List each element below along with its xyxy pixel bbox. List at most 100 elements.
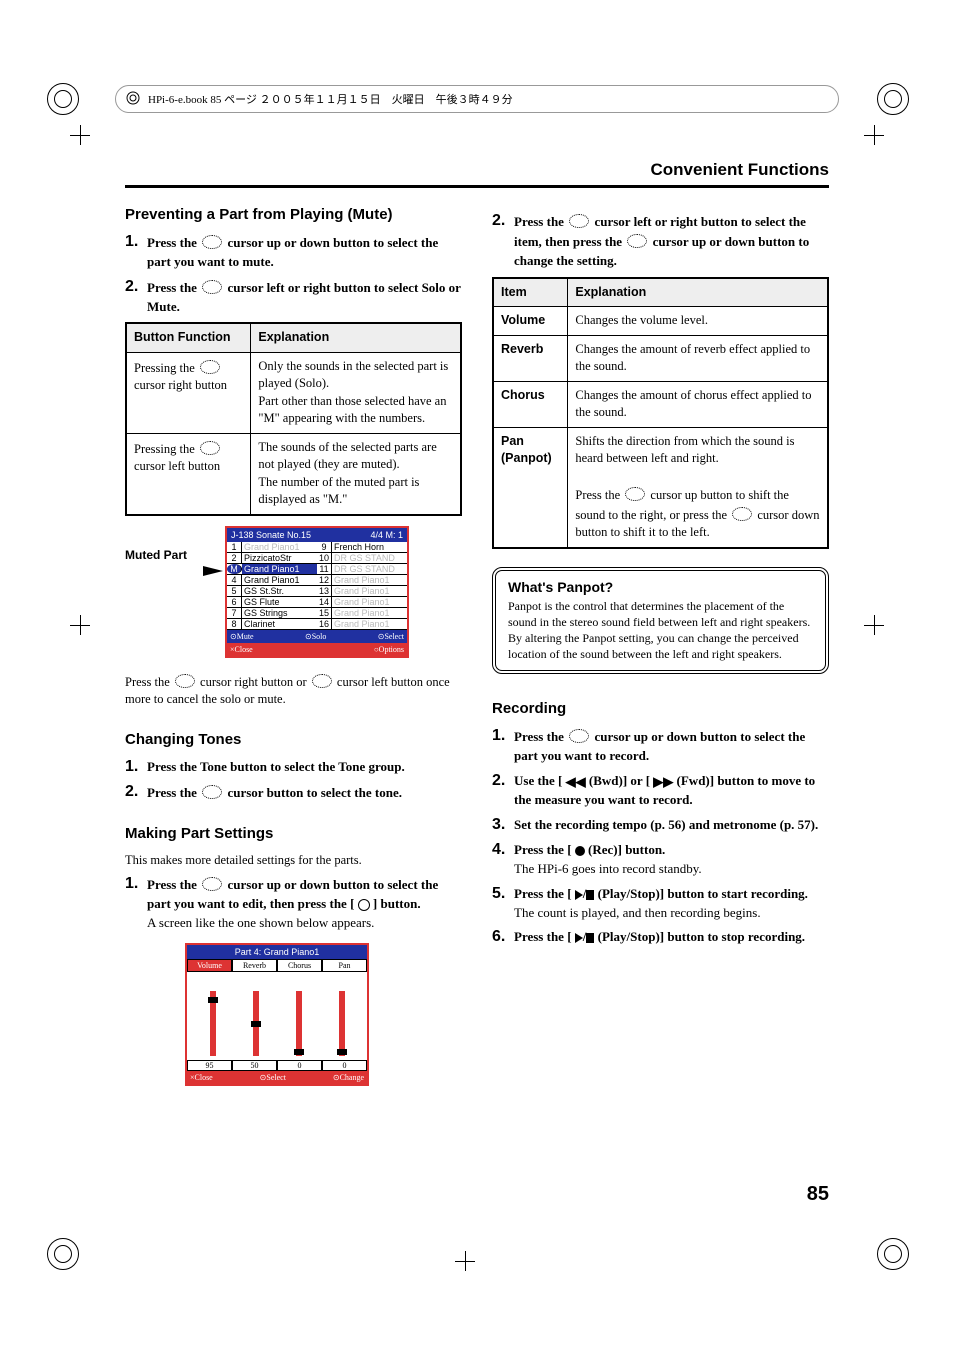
- rule: [125, 185, 829, 188]
- mute-heading: Preventing a Part from Playing (Mute): [125, 206, 462, 223]
- mute-step-1: Press the cursor up or down button to se…: [147, 233, 462, 272]
- shot-bot: ○Options: [374, 645, 404, 654]
- pshot-tab: Reverb: [232, 959, 277, 972]
- td: Pressing the cursor right button: [126, 352, 251, 433]
- tones-heading: Changing Tones: [125, 731, 462, 748]
- arrow-icon: [203, 566, 223, 576]
- part-settings-screenshot: Part 4: Grand Piano1 Volume Reverb Choru…: [185, 943, 369, 1086]
- crop-mark-bl: [42, 1233, 82, 1273]
- part-settings-heading: Making Part Settings: [125, 825, 462, 842]
- rec-step-2: Use the [ ◀◀ (Bwd)] or [ ▶▶ (Fwd)] butto…: [514, 772, 829, 810]
- page: HPi-6-e.book 85 ページ ２００５年１１月１５日 火曜日 午後３時…: [0, 0, 954, 1351]
- rec-icon: [575, 846, 585, 856]
- step-num: 1.: [492, 727, 514, 766]
- shot-bot: ×Close: [230, 645, 253, 654]
- td: Reverb: [493, 335, 568, 381]
- td: Pressing the cursor left button: [126, 433, 251, 515]
- rec-step-3: Set the recording tempo (p. 56) and metr…: [514, 816, 829, 835]
- pshot-val: 95: [187, 1060, 232, 1071]
- step-num: 2.: [125, 783, 147, 803]
- td: Chorus: [493, 381, 568, 427]
- right-step-2: Press the cursor left or right button to…: [514, 212, 829, 271]
- cursor-icon: [569, 214, 589, 228]
- play-icon: [575, 933, 583, 943]
- cursor-icon: [312, 674, 332, 688]
- shot-title-l: J-138 Sonate No.15: [231, 530, 311, 540]
- cursor-icon: [200, 360, 220, 374]
- mute-table: Button Function Explanation Pressing the…: [125, 322, 462, 516]
- rec-step-4: Press the [ (Rec)] button.The HPi-6 goes…: [514, 841, 829, 879]
- step-num: 5.: [492, 885, 514, 923]
- pshot-foot: ⊙Select: [260, 1073, 286, 1082]
- shot-foot: ⊙Select: [378, 632, 404, 641]
- stop-icon: [586, 933, 594, 943]
- th: Item: [493, 278, 568, 307]
- book-header-text: HPi-6-e.book 85 ページ ２００５年１１月１５日 火曜日 午後３時…: [148, 91, 513, 107]
- panpot-title: What's Panpot?: [508, 579, 813, 595]
- cursor-icon: [202, 877, 222, 891]
- cursor-icon: [200, 441, 220, 455]
- cursor-icon: [202, 785, 222, 799]
- tones-step-1: Press the Tone button to select the Tone…: [147, 758, 462, 777]
- stop-icon: [586, 890, 594, 900]
- td: Pan (Panpot): [493, 427, 568, 548]
- bwd-icon: ◀◀: [566, 773, 586, 792]
- td: Changes the amount of chorus effect appl…: [568, 381, 828, 427]
- pshot-tab: Pan: [322, 959, 367, 972]
- th: Button Function: [126, 323, 251, 352]
- right-column: 2. Press the cursor left or right button…: [492, 206, 829, 1086]
- registration-l1-icon: [70, 125, 90, 145]
- cursor-icon: [175, 674, 195, 688]
- recording-heading: Recording: [492, 700, 829, 717]
- play-icon: [575, 890, 583, 900]
- shot-foot: ⊙Mute: [230, 632, 254, 641]
- cursor-icon: [202, 280, 222, 294]
- crop-mark-tl: [42, 78, 82, 118]
- td: Shifts the direction from which the soun…: [568, 427, 828, 548]
- step-num: 2.: [492, 212, 514, 271]
- pshot-val: 0: [277, 1060, 322, 1071]
- cursor-icon: [627, 234, 647, 248]
- step-num: 1.: [125, 758, 147, 777]
- td: Changes the amount of reverb effect appl…: [568, 335, 828, 381]
- panpot-box: What's Panpot? Panpot is the control tha…: [492, 567, 829, 675]
- th: Explanation: [568, 278, 828, 307]
- registration-r1-icon: [864, 125, 884, 145]
- th: Explanation: [251, 323, 461, 352]
- cursor-icon: [569, 729, 589, 743]
- mute-step-2: Press the cursor left or right button to…: [147, 278, 462, 317]
- step-num: 1.: [125, 875, 147, 933]
- step-num: 3.: [492, 816, 514, 835]
- muted-part-label: Muted Part: [125, 548, 187, 562]
- part-settings-intro: This makes more detailed settings for th…: [125, 852, 462, 870]
- cursor-icon: [202, 235, 222, 249]
- step-note: The count is played, and then recording …: [514, 905, 761, 920]
- td: Only the sounds in the selected part is …: [251, 352, 461, 433]
- crop-mark-tr: [872, 78, 912, 118]
- td: Changes the volume level.: [568, 307, 828, 336]
- pshot-tab: Volume: [187, 959, 232, 972]
- step-num: 6.: [492, 928, 514, 947]
- td: The sounds of the selected parts are not…: [251, 433, 461, 515]
- tones-step-2: Press the cursor button to select the to…: [147, 783, 462, 803]
- page-number: 85: [807, 1183, 829, 1206]
- left-column: Preventing a Part from Playing (Mute) 1.…: [125, 206, 462, 1086]
- pshot-val: 50: [232, 1060, 277, 1071]
- parts-screenshot: J-138 Sonate No.15 4/4 M: 1 1Grand Piano…: [225, 526, 409, 658]
- cursor-icon: [732, 507, 752, 521]
- spiral-icon: [126, 91, 140, 108]
- shot-foot: ⊙Solo: [305, 632, 326, 641]
- registration-l2-icon: [70, 615, 90, 635]
- rec-step-1: Press the cursor up or down button to se…: [514, 727, 829, 766]
- pshot-foot: ⊙Change: [333, 1073, 364, 1082]
- td: Volume: [493, 307, 568, 336]
- pshot-val: 0: [322, 1060, 367, 1071]
- pshot-foot: ×Close: [190, 1073, 213, 1082]
- step-num: 1.: [125, 233, 147, 272]
- book-header: HPi-6-e.book 85 ページ ２００５年１１月１５日 火曜日 午後３時…: [115, 85, 839, 113]
- crop-mark-br: [872, 1233, 912, 1273]
- running-head: Convenient Functions: [125, 160, 829, 180]
- registration-r2-icon: [864, 615, 884, 635]
- circle-icon: [358, 899, 370, 911]
- step-note: A screen like the one shown below appear…: [147, 915, 374, 930]
